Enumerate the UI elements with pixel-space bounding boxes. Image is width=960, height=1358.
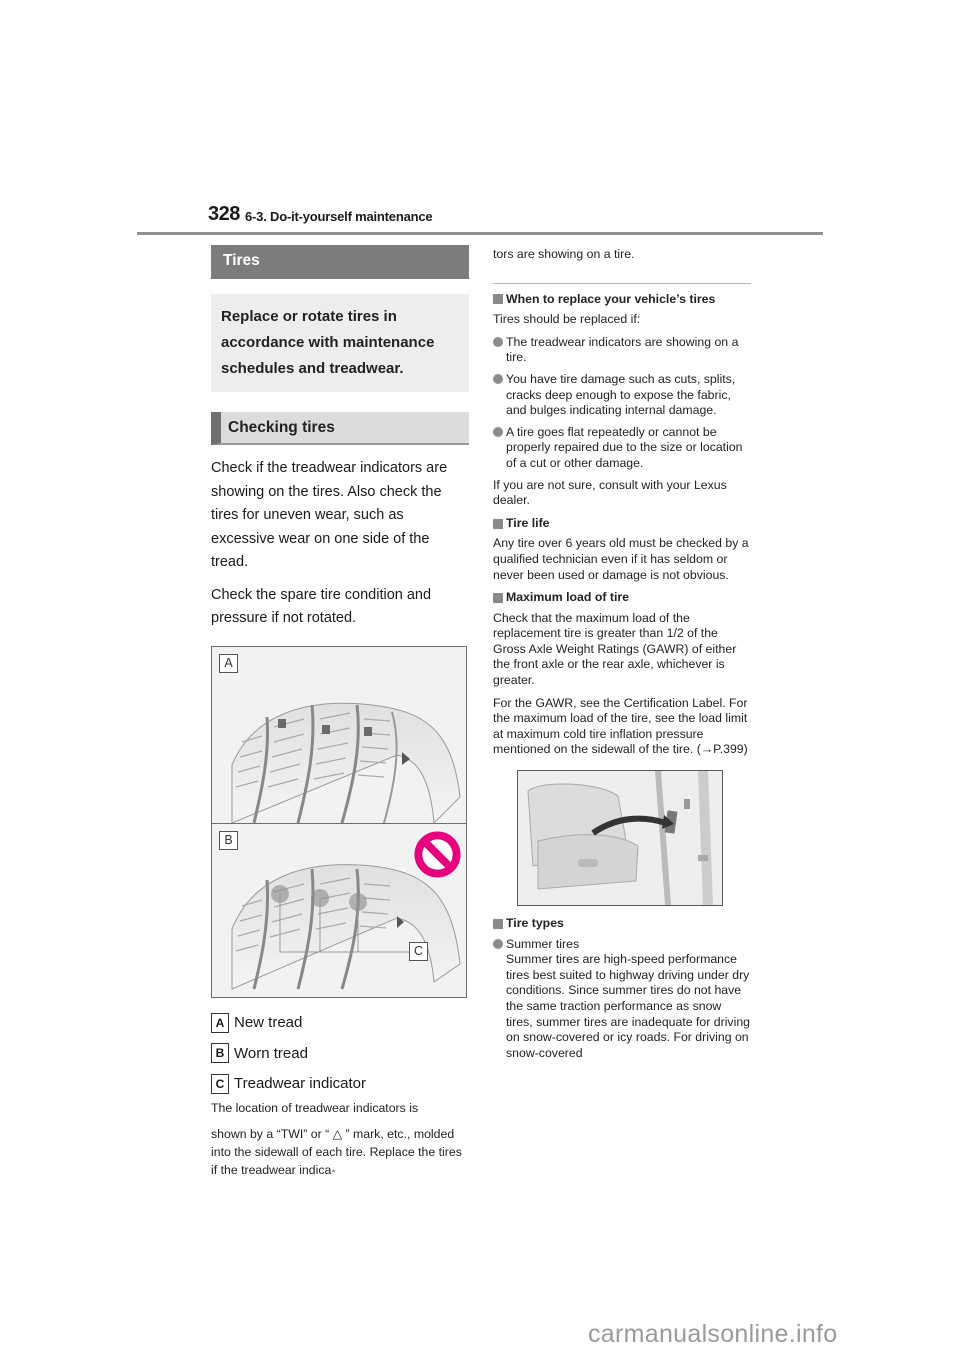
- square-bullet-icon: [493, 518, 503, 529]
- bullet-item: The treadwear indicators are showing on …: [493, 335, 751, 366]
- circle-bullet-icon: [493, 373, 503, 384]
- bullet-item: A tire goes flat repeatedly or cannot be…: [493, 425, 751, 472]
- figure-label-a: A: [219, 653, 238, 673]
- square-bullet-icon: [493, 918, 503, 929]
- tire-life-heading: Tire life: [493, 516, 751, 532]
- legend-key: B: [211, 1043, 229, 1064]
- treadwear-note: The location of treadwear indicators is …: [211, 1099, 469, 1179]
- bullet-text: You have tire damage such as cuts, split…: [506, 371, 736, 418]
- bullet-text: The treadwear indicators are showing on …: [506, 334, 739, 365]
- watermark: carmanualsonline.info: [588, 1320, 838, 1348]
- legend-item: A New tread: [211, 1008, 469, 1039]
- page-number: 328: [208, 203, 240, 225]
- section-title: 6-3. Do-it-yourself maintenance: [245, 209, 433, 224]
- section-divider: [493, 282, 751, 284]
- max-load-text: For the GAWR, see the Certification Labe…: [493, 695, 748, 757]
- bullet-item: Summer tires Summer tires are high-speed…: [493, 937, 751, 1062]
- tire-life-text: Any tire over 6 years old must be checke…: [493, 536, 749, 582]
- tire-types-heading: Tire types: [493, 916, 751, 932]
- heading-text: Tire life: [506, 515, 550, 530]
- circle-bullet-icon: [493, 938, 503, 949]
- heading-text: When to replace your vehicle’s tires: [506, 291, 716, 306]
- legend-text: New tread: [234, 1014, 303, 1032]
- heading-text: Tire types: [506, 916, 564, 931]
- paragraph: Check the spare tire condition and press…: [211, 586, 432, 627]
- figure-label-c: C: [409, 941, 428, 961]
- figure-label-b: B: [219, 830, 238, 850]
- figure-legend: A New tread B Worn tread C Treadwear ind…: [211, 1008, 469, 1100]
- header-divider: [137, 232, 823, 235]
- circle-bullet-icon: [493, 336, 503, 347]
- legend-key: C: [211, 1073, 229, 1094]
- paragraph: Check if the treadwear indicators are sh…: [211, 460, 448, 570]
- continuation-text: tors are showing on a tire.: [493, 247, 635, 261]
- when-replace-heading: When to replace your vehicle’s tires: [493, 292, 751, 308]
- figure-new-tread: A: [211, 645, 467, 823]
- legend-item: B Worn tread: [211, 1038, 469, 1069]
- bullet-title: Summer tires: [506, 936, 580, 951]
- legend-key: A: [211, 1012, 229, 1033]
- intro-box: Replace or rotate tires in accordance wi…: [211, 294, 469, 392]
- checking-tires-body: Check if the treadwear indicators are sh…: [211, 457, 469, 631]
- figure-worn-tread: B C: [211, 822, 467, 998]
- left-column: Tires Replace or rotate tires in accorda…: [211, 245, 469, 1179]
- heading-text: Maximum load of tire: [506, 590, 629, 605]
- tires-title-bar: Tires: [211, 245, 469, 279]
- legend-text: Treadwear indicator: [234, 1075, 367, 1093]
- bullet-item: You have tire damage such as cuts, split…: [493, 372, 751, 419]
- note-line: shown by a “TWI” or “ △ ” mark, etc., mo…: [211, 1127, 462, 1177]
- max-load-text: Check that the maximum load of the repla…: [493, 610, 737, 688]
- door-pillar-illustration: [518, 771, 722, 906]
- bullet-body: Summer tires Summer tires are high-speed…: [506, 937, 751, 1062]
- legend-text: Worn tread: [234, 1044, 308, 1062]
- max-load-heading: Maximum load of tire: [493, 590, 751, 606]
- legend-item: C Treadwear indicator: [211, 1069, 469, 1100]
- prohibited-icon: [414, 830, 461, 878]
- bullet-text: A tire goes flat repeatedly or cannot be…: [506, 424, 743, 470]
- when-replace-intro: Tires should be replaced if:: [493, 312, 641, 327]
- when-replace-outro: If you are not sure, consult with your L…: [493, 477, 727, 508]
- square-bullet-icon: [493, 294, 503, 305]
- bullet-text: Summer tires are high-speed performance …: [506, 952, 750, 1060]
- right-column: tors are showing on a tire. When to repl…: [493, 245, 751, 1067]
- circle-bullet-icon: [493, 426, 503, 437]
- square-bullet-icon: [493, 592, 503, 603]
- checking-tires-heading: Checking tires: [211, 412, 469, 445]
- note-line: The location of treadwear indicators is: [211, 1101, 419, 1115]
- new-tread-illustration: [231, 702, 461, 823]
- certification-label-photo: [517, 770, 723, 907]
